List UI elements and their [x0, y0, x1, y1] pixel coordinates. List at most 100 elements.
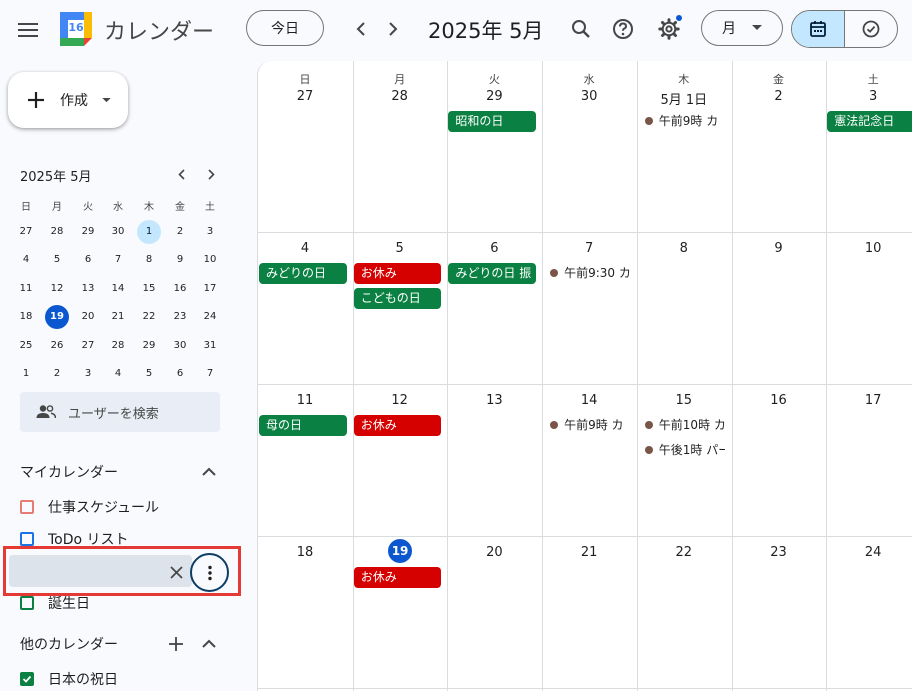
mini-calendar-day[interactable]: 3 [198, 220, 222, 244]
mini-calendar-day[interactable]: 13 [76, 277, 100, 301]
mini-calendar-day[interactable]: 30 [168, 334, 192, 358]
mini-calendar-day[interactable]: 5 [45, 248, 69, 272]
grid-day-number[interactable]: 23 [732, 545, 826, 560]
mini-calendar-day[interactable]: 3 [76, 362, 100, 386]
timed-event[interactable]: 午前9:30 カ [550, 263, 631, 283]
mini-calendar-day[interactable]: 7 [106, 248, 130, 272]
grid-day-number[interactable]: 3 [826, 89, 912, 104]
grid-day-number[interactable]: 28 [353, 89, 447, 104]
my-calendar-item[interactable]: 仕事スケジュール [20, 497, 159, 517]
mini-calendar-day[interactable]: 27 [14, 220, 38, 244]
mini-calendar-day[interactable]: 28 [45, 220, 69, 244]
grid-day-number[interactable]: 22 [637, 545, 731, 560]
timed-event[interactable]: 午前9時 カ [550, 415, 631, 435]
all-day-event[interactable]: みどりの日 振 [448, 263, 537, 284]
mini-calendar-day[interactable]: 11 [14, 277, 38, 301]
add-calendar-icon[interactable] [169, 637, 183, 651]
mini-calendar-day[interactable]: 2 [168, 220, 192, 244]
mini-calendar-day[interactable]: 25 [14, 334, 38, 358]
search-button[interactable] [564, 12, 598, 46]
mini-calendar-prev-button[interactable] [170, 164, 192, 184]
mini-calendar-day[interactable]: 4 [14, 248, 38, 272]
mini-calendar-day[interactable]: 21 [106, 305, 130, 329]
mini-calendar-next-button[interactable] [200, 164, 222, 184]
checkbox-icon[interactable] [20, 500, 34, 514]
mini-calendar-day[interactable]: 9 [168, 248, 192, 272]
other-calendars-header[interactable]: 他のカレンダー [20, 634, 220, 654]
grid-day-number[interactable]: 10 [826, 241, 912, 256]
mini-calendar-day[interactable]: 27 [76, 334, 100, 358]
main-menu-button[interactable] [10, 12, 46, 48]
previous-period-button[interactable] [346, 12, 376, 46]
grid-day-number[interactable]: 14 [542, 393, 636, 408]
my-calendar-item[interactable]: 誕生日 [20, 593, 90, 613]
mini-calendar-day[interactable]: 30 [106, 220, 130, 244]
mini-calendar-day[interactable]: 15 [137, 277, 161, 301]
mini-calendar-day[interactable]: 17 [198, 277, 222, 301]
my-calendars-header[interactable]: マイカレンダー [20, 462, 220, 482]
mini-calendar-day[interactable]: 28 [106, 334, 130, 358]
mini-calendar-day[interactable]: 6 [76, 248, 100, 272]
today-day-number[interactable]: 19 [388, 539, 413, 563]
all-day-event[interactable]: お休み [353, 263, 442, 284]
calendar-options-button[interactable] [190, 553, 229, 592]
mini-calendar-day[interactable]: 12 [45, 277, 69, 301]
grid-day-number[interactable]: 11 [258, 393, 352, 408]
grid-day-number[interactable]: 20 [447, 545, 541, 560]
grid-day-number[interactable]: 13 [447, 393, 541, 408]
mini-calendar-day[interactable]: 4 [106, 362, 130, 386]
grid-day-number[interactable]: 18 [258, 545, 352, 560]
mini-calendar-day[interactable]: 16 [168, 277, 192, 301]
grid-day-number[interactable]: 24 [826, 545, 912, 560]
other-calendar-item[interactable]: 日本の祝日 [20, 669, 118, 689]
search-users-input[interactable]: ユーザーを検索 [20, 392, 220, 432]
grid-day-number[interactable]: 12 [353, 393, 447, 408]
grid-day-number[interactable]: 29 [447, 89, 541, 104]
all-day-event[interactable]: みどりの日 [259, 263, 347, 284]
mini-calendar-day[interactable]: 22 [137, 305, 161, 329]
grid-day-number[interactable]: 16 [732, 393, 826, 408]
next-period-button[interactable] [378, 12, 408, 46]
all-day-event[interactable]: 昭和の日 [448, 111, 537, 132]
mini-calendar-day[interactable]: 31 [198, 334, 222, 358]
mini-calendar-day[interactable]: 24 [198, 305, 222, 329]
grid-day-number[interactable]: 6 [447, 241, 541, 256]
hide-calendar-button[interactable] [164, 561, 188, 583]
mini-calendar-day[interactable]: 19 [45, 305, 69, 330]
grid-day-number[interactable]: 9 [732, 241, 826, 256]
timed-event[interactable]: 午前10時 カ [644, 415, 725, 435]
grid-day-number[interactable]: 8 [637, 241, 731, 256]
all-day-event[interactable]: 憲法記念日 [827, 111, 912, 132]
grid-day-number[interactable]: 5月 1日 [637, 89, 731, 108]
grid-day-number[interactable]: 7 [542, 241, 636, 256]
mini-calendar-day[interactable]: 20 [76, 305, 100, 329]
today-button[interactable]: 今日 [246, 10, 324, 46]
mini-calendar-day[interactable]: 5 [137, 362, 161, 386]
mini-calendar-day[interactable]: 29 [137, 334, 161, 358]
all-day-event[interactable]: 母の日 [259, 415, 347, 436]
mini-calendar-day[interactable]: 14 [106, 277, 130, 301]
mini-calendar-day[interactable]: 1 [137, 220, 161, 244]
mini-calendar-day[interactable]: 1 [14, 362, 38, 386]
all-day-event[interactable]: お休み [353, 567, 442, 588]
grid-day-number[interactable]: 21 [542, 545, 636, 560]
mini-calendar-day[interactable]: 18 [14, 305, 38, 329]
checkbox-icon[interactable] [20, 532, 34, 546]
view-select-dropdown[interactable]: 月 [701, 10, 783, 46]
mini-calendar-day[interactable]: 8 [137, 248, 161, 272]
all-day-event[interactable]: こどもの日 [353, 288, 442, 309]
checkbox-checked-icon[interactable] [20, 672, 34, 686]
calendar-view-toggle[interactable] [792, 11, 845, 47]
grid-day-number[interactable]: 27 [258, 89, 352, 104]
mini-calendar-day[interactable]: 23 [168, 305, 192, 329]
grid-day-number[interactable]: 2 [732, 89, 826, 104]
mini-calendar-day[interactable]: 26 [45, 334, 69, 358]
mini-calendar-day[interactable]: 7 [198, 362, 222, 386]
mini-calendar-day[interactable]: 29 [76, 220, 100, 244]
all-day-event[interactable]: お休み [353, 415, 442, 436]
tasks-view-toggle[interactable] [845, 11, 897, 47]
timed-event[interactable]: 午前9時 カ [644, 111, 726, 131]
grid-day-number[interactable]: 5 [353, 241, 447, 256]
grid-day-number[interactable]: 30 [542, 89, 636, 104]
mini-calendar-day[interactable]: 6 [168, 362, 192, 386]
